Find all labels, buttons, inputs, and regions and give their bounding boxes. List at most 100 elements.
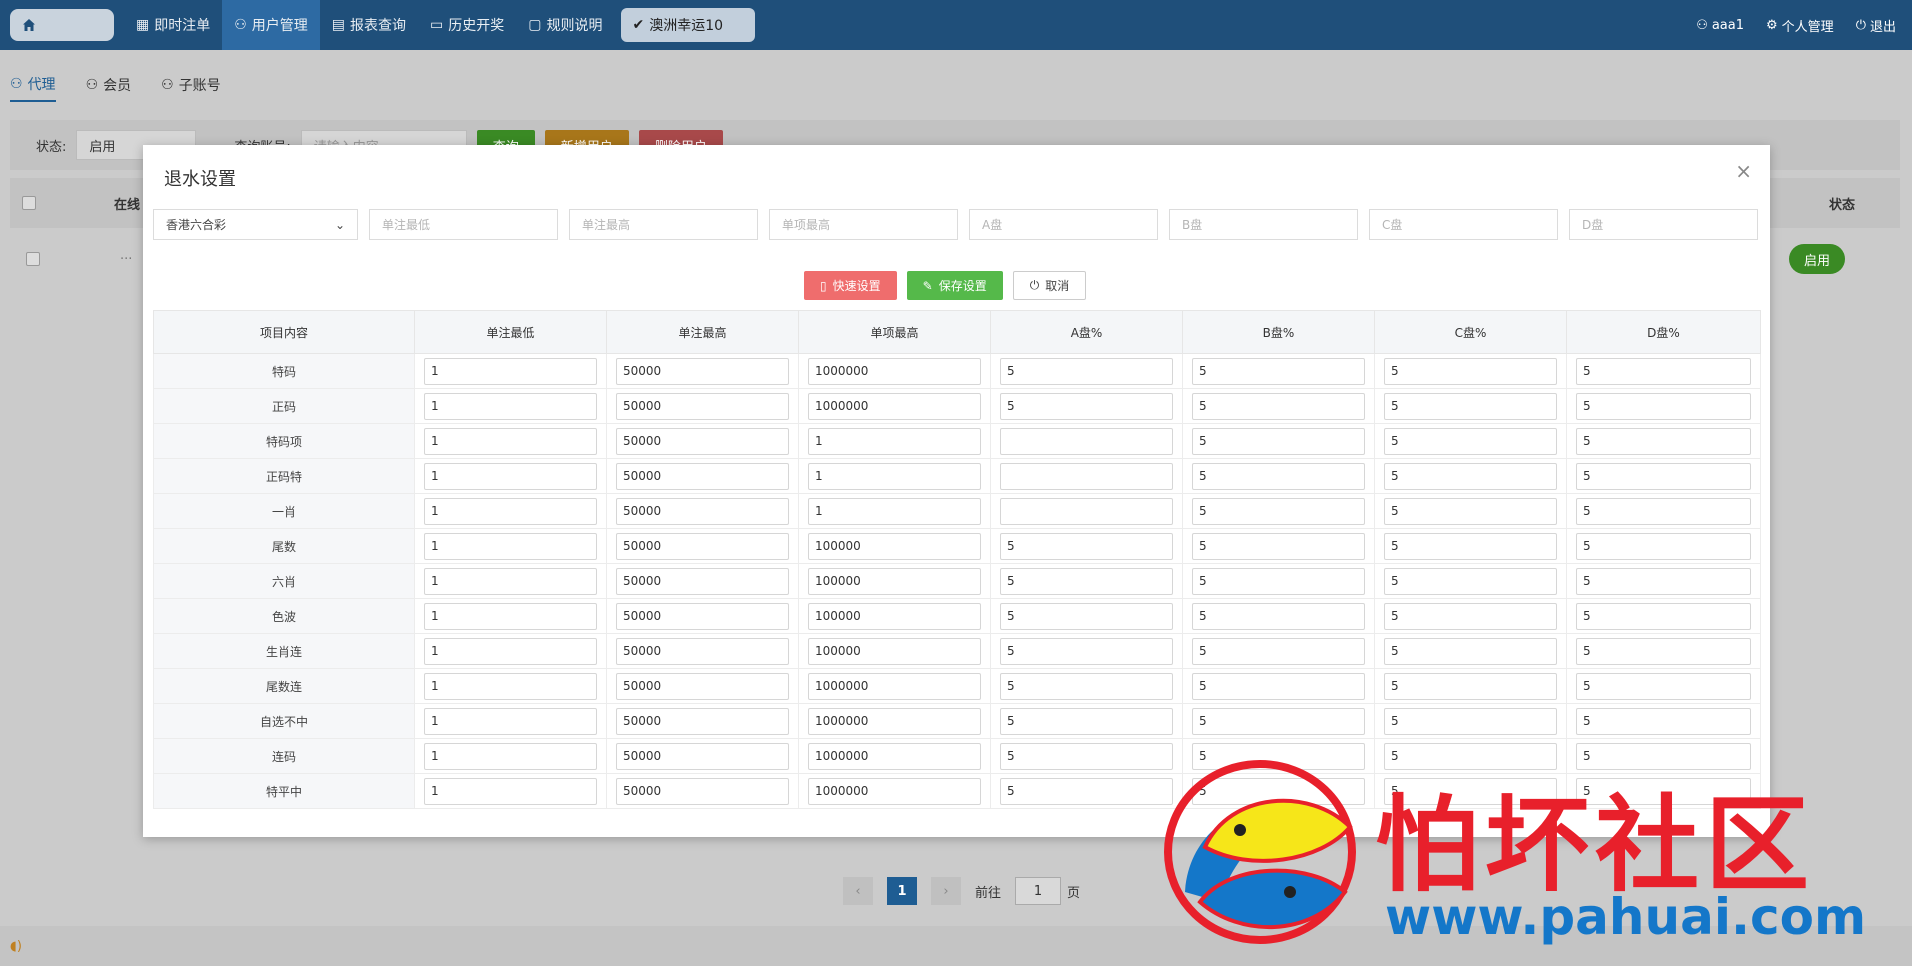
cancel-button[interactable]: ⏻ 取消 (1012, 271, 1087, 300)
max-bet-input[interactable]: 50000 (616, 357, 789, 385)
b-rate-input[interactable]: 5 (1192, 567, 1365, 595)
tab-sub-account[interactable]: ⚇ 子账号 (161, 74, 221, 102)
a-rate-input[interactable]: 5 (1000, 742, 1173, 770)
max-bet-input[interactable]: 50000 (616, 777, 789, 805)
a-rate-input[interactable] (1000, 497, 1173, 525)
goto-page-input[interactable]: 1 (1015, 877, 1062, 905)
user-account[interactable]: ⚇ aaa1 (1696, 16, 1744, 35)
max-bet-input[interactable]: 50000 (616, 672, 789, 700)
quick-min-bet-input[interactable]: 单注最低 (369, 209, 558, 240)
lottery-type-select[interactable]: 香港六合彩 ⌄ (153, 209, 358, 240)
status-badge[interactable]: 启用 (1789, 244, 1845, 274)
item-max-input[interactable]: 1 (808, 427, 981, 455)
logout-link[interactable]: ⏻ 退出 (1856, 16, 1896, 35)
item-max-input[interactable]: 100000 (808, 567, 981, 595)
c-rate-input[interactable]: 5 (1384, 672, 1557, 700)
min-bet-input[interactable]: 1 (424, 777, 597, 805)
d-rate-input[interactable]: 5 (1576, 357, 1751, 385)
max-bet-input[interactable]: 50000 (616, 602, 789, 630)
item-max-input[interactable]: 1 (808, 497, 981, 525)
nav-user-management[interactable]: ⚇ 用户管理 (222, 0, 320, 50)
quick-a-input[interactable]: A盘 (969, 209, 1158, 240)
d-rate-input[interactable]: 5 (1576, 427, 1751, 455)
min-bet-input[interactable]: 1 (424, 357, 597, 385)
item-max-input[interactable]: 100000 (808, 602, 981, 630)
item-max-input[interactable]: 100000 (808, 637, 981, 665)
nav-history[interactable]: ▭ 历史开奖 (418, 0, 516, 50)
min-bet-input[interactable]: 1 (424, 427, 597, 455)
sound-icon[interactable]: ◖) (10, 939, 22, 954)
max-bet-input[interactable]: 50000 (616, 742, 789, 770)
tab-agent[interactable]: ⚇ 代理 (10, 74, 56, 102)
min-bet-input[interactable]: 1 (424, 602, 597, 630)
d-rate-input[interactable]: 5 (1576, 497, 1751, 525)
max-bet-input[interactable]: 50000 (616, 392, 789, 420)
c-rate-input[interactable]: 5 (1384, 532, 1557, 560)
a-rate-input[interactable]: 5 (1000, 357, 1173, 385)
quick-item-max-input[interactable]: 单项最高 (769, 209, 958, 240)
max-bet-input[interactable]: 50000 (616, 637, 789, 665)
quick-c-input[interactable]: C盘 (1369, 209, 1558, 240)
item-max-input[interactable]: 1000000 (808, 707, 981, 735)
max-bet-input[interactable]: 50000 (616, 497, 789, 525)
c-rate-input[interactable]: 5 (1384, 357, 1557, 385)
quick-set-button[interactable]: ▯ 快速设置 (804, 271, 897, 300)
min-bet-input[interactable]: 1 (424, 567, 597, 595)
a-rate-input[interactable]: 5 (1000, 567, 1173, 595)
item-max-input[interactable]: 1 (808, 462, 981, 490)
close-icon[interactable]: × (1735, 159, 1752, 183)
max-bet-input[interactable]: 50000 (616, 532, 789, 560)
a-rate-input[interactable]: 5 (1000, 602, 1173, 630)
b-rate-input[interactable]: 5 (1192, 637, 1365, 665)
d-rate-input[interactable]: 5 (1576, 462, 1751, 490)
nav-reports[interactable]: ▤ 报表查询 (320, 0, 418, 50)
lottery-selector[interactable]: ✔ 澳洲幸运10 (620, 8, 755, 42)
a-rate-input[interactable] (1000, 462, 1173, 490)
b-rate-input[interactable]: 5 (1192, 427, 1365, 455)
b-rate-input[interactable]: 5 (1192, 357, 1365, 385)
min-bet-input[interactable]: 1 (424, 672, 597, 700)
nav-live-bets[interactable]: ▦ 即时注单 (124, 0, 222, 50)
c-rate-input[interactable]: 5 (1384, 427, 1557, 455)
min-bet-input[interactable]: 1 (424, 462, 597, 490)
c-rate-input[interactable]: 5 (1384, 707, 1557, 735)
max-bet-input[interactable]: 50000 (616, 567, 789, 595)
c-rate-input[interactable]: 5 (1384, 567, 1557, 595)
b-rate-input[interactable]: 5 (1192, 672, 1365, 700)
nav-rules[interactable]: ▢ 规则说明 (516, 0, 614, 50)
item-max-input[interactable]: 1000000 (808, 672, 981, 700)
b-rate-input[interactable]: 5 (1192, 707, 1365, 735)
d-rate-input[interactable]: 5 (1576, 707, 1751, 735)
select-all-checkbox[interactable] (22, 196, 36, 210)
b-rate-input[interactable]: 5 (1192, 532, 1365, 560)
min-bet-input[interactable]: 1 (424, 392, 597, 420)
a-rate-input[interactable]: 5 (1000, 532, 1173, 560)
more-icon[interactable]: ··· (120, 252, 132, 267)
d-rate-input[interactable]: 5 (1576, 532, 1751, 560)
prev-page-button[interactable]: ‹ (843, 877, 873, 905)
b-rate-input[interactable]: 5 (1192, 462, 1365, 490)
d-rate-input[interactable]: 5 (1576, 672, 1751, 700)
quick-b-input[interactable]: B盘 (1169, 209, 1358, 240)
item-max-input[interactable]: 1000000 (808, 357, 981, 385)
quick-max-bet-input[interactable]: 单注最高 (569, 209, 758, 240)
a-rate-input[interactable]: 5 (1000, 637, 1173, 665)
quick-d-input[interactable]: D盘 (1569, 209, 1758, 240)
c-rate-input[interactable]: 5 (1384, 497, 1557, 525)
min-bet-input[interactable]: 1 (424, 532, 597, 560)
a-rate-input[interactable]: 5 (1000, 672, 1173, 700)
b-rate-input[interactable]: 5 (1192, 392, 1365, 420)
tab-member[interactable]: ⚇ 会员 (86, 74, 132, 102)
max-bet-input[interactable]: 50000 (616, 462, 789, 490)
profile-link[interactable]: ⚙ 个人管理 (1766, 16, 1834, 35)
max-bet-input[interactable]: 50000 (616, 427, 789, 455)
next-page-button[interactable]: › (931, 877, 961, 905)
min-bet-input[interactable]: 1 (424, 497, 597, 525)
min-bet-input[interactable]: 1 (424, 707, 597, 735)
current-page[interactable]: 1 (887, 877, 917, 905)
d-rate-input[interactable]: 5 (1576, 392, 1751, 420)
a-rate-input[interactable]: 5 (1000, 777, 1173, 805)
d-rate-input[interactable]: 5 (1576, 567, 1751, 595)
c-rate-input[interactable]: 5 (1384, 392, 1557, 420)
save-settings-button[interactable]: ✎ 保存设置 (906, 271, 1003, 300)
